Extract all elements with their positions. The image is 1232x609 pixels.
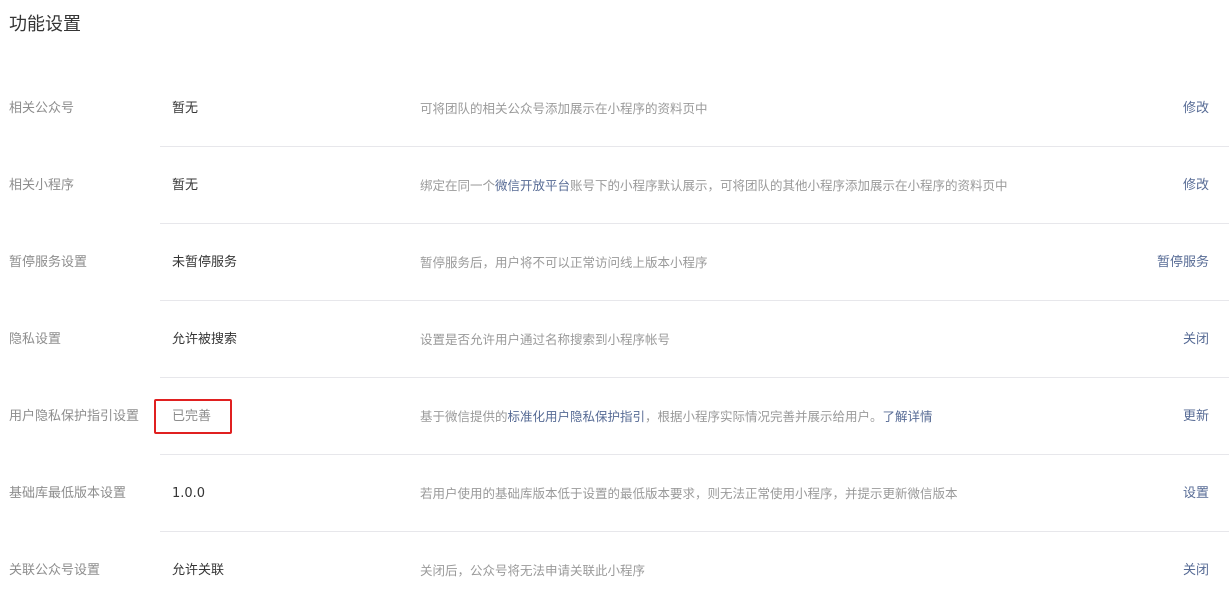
desc-text: 若用户使用的基础库版本低于设置的最低版本要求，则无法正常使用小程序，并提示更新微… [420,486,958,501]
settings-row-privacy: 隐私设置 允许被搜索 设置是否允许用户通过名称搜索到小程序帐号 关闭 [0,301,1232,378]
row-description: 设置是否允许用户通过名称搜索到小程序帐号 [420,331,670,349]
settings-row-related-miniprogram: 相关小程序 暂无 绑定在同一个微信开放平台账号下的小程序默认展示，可将团队的其他… [0,147,1232,224]
close-search-link[interactable]: 关闭 [1183,331,1209,349]
close-link-account-link[interactable]: 关闭 [1183,562,1209,580]
desc-text: 可将团队的相关公众号添加展示在小程序的资料页中 [420,101,708,116]
row-label: 相关公众号 [9,101,75,116]
row-description: 基于微信提供的标准化用户隐私保护指引，根据小程序实际情况完善并展示给用户。了解详… [420,408,933,426]
row-description: 可将团队的相关公众号添加展示在小程序的资料页中 [420,100,708,118]
privacy-guide-link[interactable]: 标准化用户隐私保护指引 [508,409,646,424]
row-description: 绑定在同一个微信开放平台账号下的小程序默认展示，可将团队的其他小程序添加展示在小… [420,177,1008,195]
wechat-open-platform-link[interactable]: 微信开放平台 [495,178,570,193]
row-description: 关闭后，公众号将无法申请关联此小程序 [420,562,645,580]
desc-text: 基于微信提供的 [420,409,508,424]
modify-related-miniprogram-link[interactable]: 修改 [1183,177,1209,195]
page-title: 功能设置 [9,14,81,35]
settings-row-related-official-account: 相关公众号 暂无 可将团队的相关公众号添加展示在小程序的资料页中 修改 [0,70,1232,147]
settings-row-base-library: 基础库最低版本设置 1.0.0 若用户使用的基础库版本低于设置的最低版本要求，则… [0,455,1232,532]
settings-list: 相关公众号 暂无 可将团队的相关公众号添加展示在小程序的资料页中 修改 相关小程… [0,70,1232,609]
row-value: 未暂停服务 [172,255,238,270]
desc-text: 绑定在同一个 [420,178,496,193]
row-description: 若用户使用的基础库版本低于设置的最低版本要求，则无法正常使用小程序，并提示更新微… [420,485,958,503]
row-description: 暂停服务后，用户将不可以正常访问线上版本小程序 [420,254,708,272]
settings-row-pause-service: 暂停服务设置 未暂停服务 暂停服务后，用户将不可以正常访问线上版本小程序 暂停服… [0,224,1232,301]
row-label: 基础库最低版本设置 [9,486,127,501]
row-value: 1.0.0 [172,486,206,501]
highlight-annotation-box [154,399,232,434]
row-label: 用户隐私保护指引设置 [9,409,140,424]
desc-text: 关闭后，公众号将无法申请关联此小程序 [420,563,646,578]
row-value: 允许被搜索 [172,332,238,347]
modify-related-account-link[interactable]: 修改 [1183,100,1209,118]
desc-text: 账号下的小程序默认展示，可将团队的其他小程序添加展示在小程序的资料页中 [570,178,1008,193]
set-base-library-link[interactable]: 设置 [1183,485,1209,503]
row-value: 暂无 [172,178,199,193]
row-label: 隐私设置 [9,332,62,347]
row-label: 关联公众号设置 [9,563,101,578]
pause-service-link[interactable]: 暂停服务 [1157,254,1209,272]
settings-row-link-official-account: 关联公众号设置 允许关联 关闭后，公众号将无法申请关联此小程序 关闭 [0,532,1232,609]
desc-text: 暂停服务后，用户将不可以正常访问线上版本小程序 [420,255,708,270]
desc-text: 设置是否允许用户通过名称搜索到小程序帐号 [420,332,671,347]
update-privacy-guide-link[interactable]: 更新 [1183,408,1209,426]
row-value: 允许关联 [172,563,225,578]
row-value: 暂无 [172,101,199,116]
learn-more-link[interactable]: 了解详情 [883,409,933,424]
row-label: 相关小程序 [9,178,75,193]
row-label: 暂停服务设置 [9,255,88,270]
desc-text: ，根据小程序实际情况完善并展示给用户。 [645,409,883,424]
